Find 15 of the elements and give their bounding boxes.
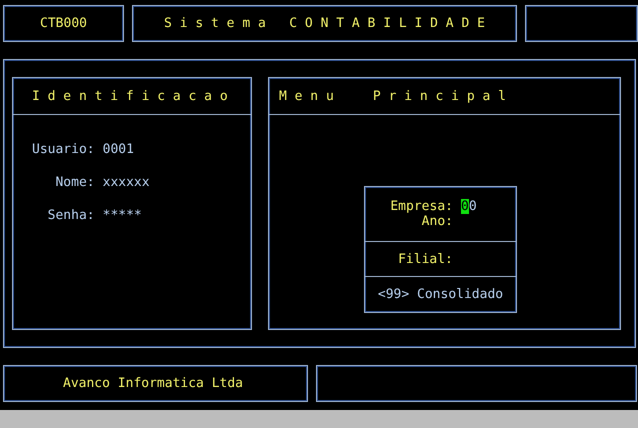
company-name: Avanco Informatica Ltda (63, 376, 244, 391)
panel-title: I d e n t i f i c a c a o (13, 78, 251, 115)
field-label: Empresa: (390, 199, 453, 214)
field-value: ***** (102, 208, 143, 223)
field-label: Filial: (398, 252, 453, 266)
field-label: Senha: (48, 208, 95, 223)
field-label: Usuario: (32, 142, 95, 157)
panel-title: M e n u P r i n c i p a l (269, 78, 620, 115)
option-text: <99> Consolidado (378, 287, 504, 302)
field-label: Nome: (55, 175, 95, 190)
field-value: xxxxxx (102, 175, 150, 190)
system-title: S i s t e m a C O N T A B I L I D A D E (132, 5, 517, 42)
field-value: 0001 (102, 142, 135, 157)
program-code: CTB000 (3, 5, 124, 42)
field-label: Ano: (422, 214, 453, 229)
